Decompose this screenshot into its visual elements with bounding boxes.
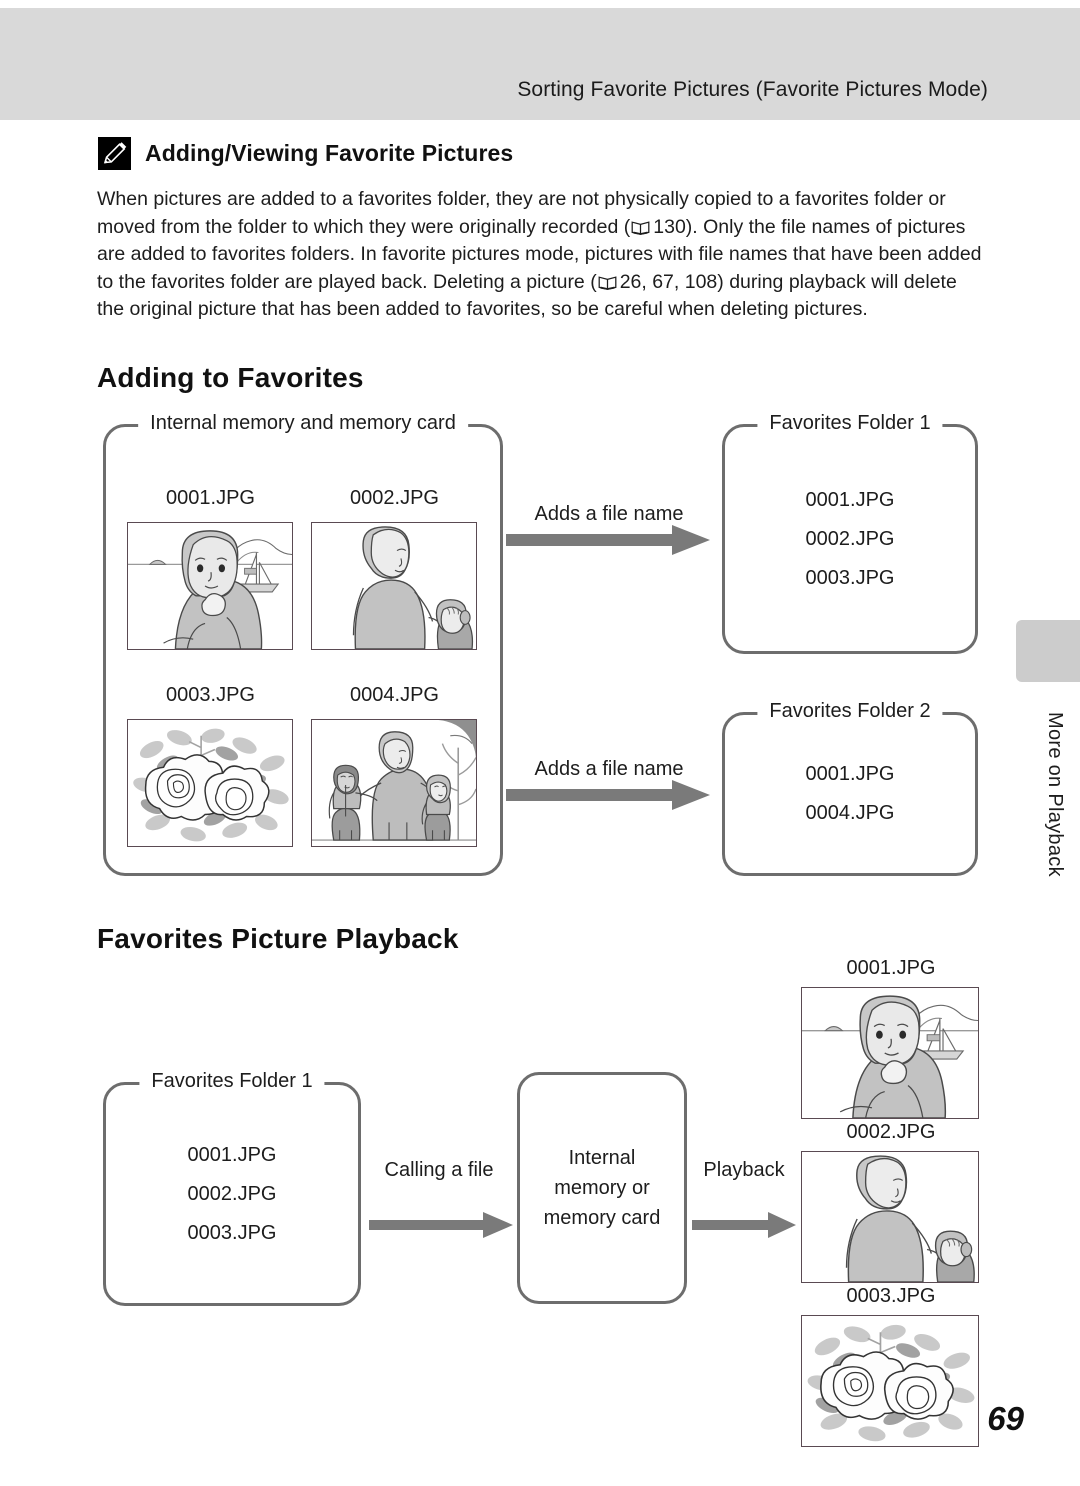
playback-thumbnail-0002-woman-with-child [801, 1151, 979, 1283]
note-reference-26-67-108: 26, 67, 108 [619, 270, 718, 293]
playback-thumb-label-0002: 0002.JPG [846, 1121, 936, 1143]
arrow-label-adds-a-file-name-1: Adds a file name [534, 503, 684, 525]
section-title-adding-to-favorites: Adding to Favorites [97, 362, 364, 393]
favorites-folder-2-filelist: 0001.JPG 0004.JPG [806, 755, 895, 833]
chapter-thumb-tab [1016, 620, 1080, 682]
file-entry: 0001.JPG [187, 1143, 277, 1166]
section-title-favorites-picture-playback: Favorites Picture Playback [97, 923, 459, 954]
favorites-folder-1-box: Favorites Folder 1 0001.JPG 0002.JPG 000… [722, 409, 978, 654]
page-number: 69 [987, 1400, 1024, 1437]
note-reference-130: 130 [653, 215, 686, 238]
arrow-label-playback: Playback [703, 1159, 785, 1181]
playback-thumb-label-0003: 0003.JPG [846, 1285, 936, 1307]
arrow-playback [692, 1212, 796, 1238]
running-header-band [0, 8, 1080, 120]
playback-thumbnail-0001-woman-with-sailboat [801, 987, 979, 1119]
file-entry: 0003.JPG [187, 1221, 277, 1244]
arrow-label-adds-a-file-name-2: Adds a file name [534, 758, 684, 780]
arrow-adds-file-name-1 [506, 525, 710, 555]
running-header-title: Sorting Favorite Pictures (Favorite Pict… [517, 78, 988, 101]
thumb-label-0003: 0003.JPG [166, 684, 255, 706]
internal-memory-box: Internal memory or memory card [517, 1072, 687, 1304]
file-entry: 0001.JPG [805, 763, 895, 785]
note-heading-label: Adding/Viewing Favorite Pictures [145, 140, 514, 166]
pencil-note-icon [98, 137, 131, 170]
playback-thumb-label-0001: 0001.JPG [846, 957, 936, 979]
thumbnail-0004-woman-with-two-children [311, 719, 477, 847]
playback-thumbnail-0003-flowers [801, 1315, 979, 1447]
thumbnail-0001-woman-with-sailboat [127, 522, 293, 650]
arrow-label-calling-a-file: Calling a file [384, 1159, 494, 1181]
memory-line: memory card [543, 1207, 661, 1229]
favorites-folder-1-filelist: 0001.JPG 0002.JPG 0003.JPG [806, 481, 895, 598]
arrow-adds-file-name-2 [506, 780, 710, 810]
favorites-folder-2-box: Favorites Folder 2 0001.JPG 0004.JPG [722, 697, 978, 876]
file-entry: 0001.JPG [805, 488, 895, 511]
book-reference-icon-2 [598, 271, 617, 290]
file-entry: 0003.JPG [805, 566, 895, 589]
thumbnail-0002-woman-with-child [311, 522, 477, 650]
source-memory-box-legend: Internal memory and memory card [138, 409, 468, 437]
file-entry: 0004.JPG [805, 802, 895, 824]
thumb-label-0002: 0002.JPG [350, 487, 439, 509]
file-entry: 0002.JPG [187, 1182, 277, 1205]
file-entry: 0002.JPG [805, 527, 895, 550]
arrow-calling-a-file [369, 1212, 513, 1238]
thumbnail-0003-flowers [127, 719, 293, 847]
playback-favorites-folder-1-box: Favorites Folder 1 0001.JPG 0002.JPG 000… [103, 1067, 361, 1306]
note-heading: Adding/Viewing Favorite Pictures [98, 137, 513, 170]
chapter-tab-label: More on Playback [1044, 712, 1066, 877]
note-paragraph: When pictures are added to a favorites f… [97, 186, 983, 324]
thumb-label-0004: 0004.JPG [350, 684, 439, 706]
internal-memory-box-text: Internal memory or memory card [544, 1143, 661, 1233]
thumb-label-0001: 0001.JPG [166, 487, 255, 509]
memory-line: Internal [568, 1147, 636, 1169]
book-reference-icon [631, 216, 650, 235]
playback-folder-1-filelist: 0001.JPG 0002.JPG 0003.JPG [188, 1136, 277, 1253]
memory-line: memory or [554, 1177, 650, 1199]
